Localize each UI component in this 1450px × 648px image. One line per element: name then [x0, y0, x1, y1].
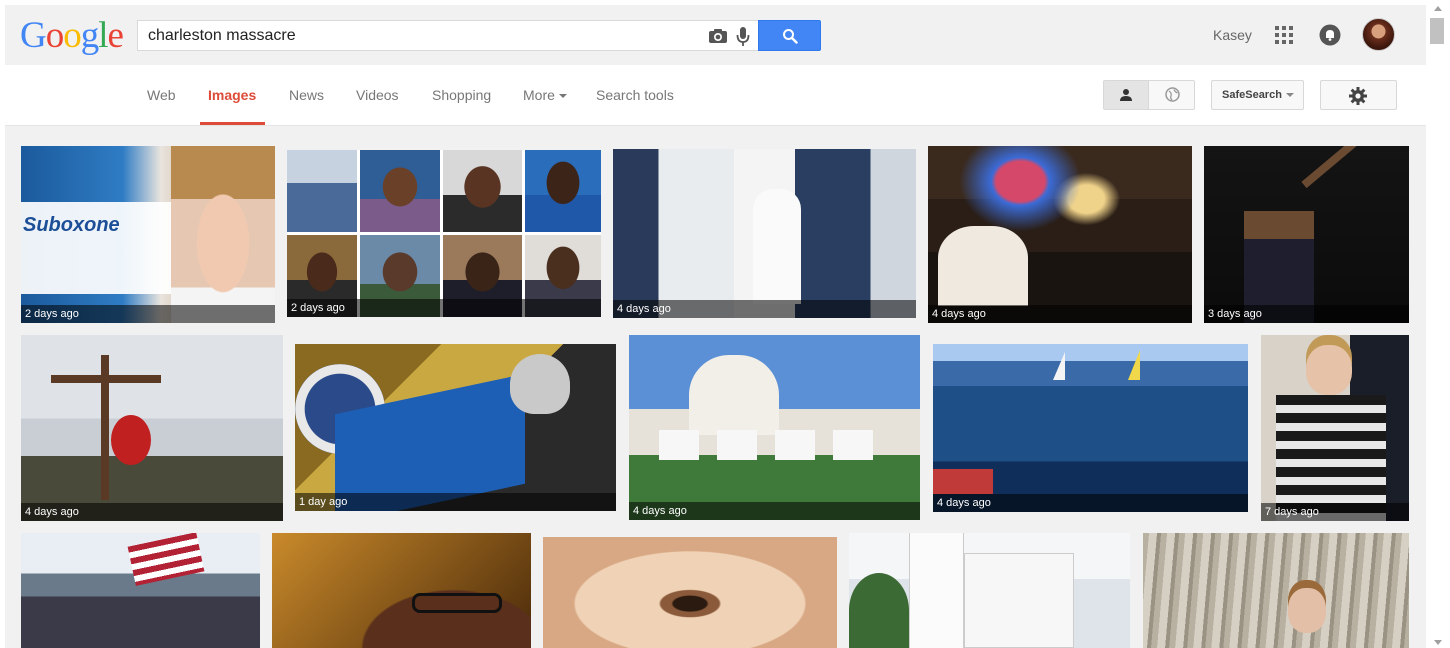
- caret-down-icon: [558, 94, 567, 99]
- avatar[interactable]: [1362, 18, 1395, 51]
- result-caption: 7 days ago: [1261, 503, 1409, 521]
- result-caption: 1 day ago: [295, 493, 616, 511]
- tab-images[interactable]: Images: [208, 87, 256, 103]
- result-image-detail: [938, 226, 1028, 306]
- result-caption: 2 days ago: [21, 305, 275, 323]
- results-page: Google Kasey: [5, 5, 1426, 648]
- camera-icon[interactable]: [708, 28, 728, 44]
- image-result[interactable]: 3 days ago: [1204, 146, 1409, 323]
- image-result[interactable]: [543, 537, 837, 648]
- result-image-detail: [171, 146, 275, 323]
- image-result[interactable]: [21, 533, 260, 648]
- result-image-detail: [659, 430, 889, 460]
- gear-icon: [1349, 87, 1367, 105]
- tab-more[interactable]: More: [523, 87, 567, 103]
- logo-letter: o: [45, 15, 64, 56]
- result-image-detail: [849, 573, 909, 648]
- image-result[interactable]: [1143, 533, 1409, 648]
- tab-web[interactable]: Web: [147, 87, 176, 103]
- result-image: [272, 533, 531, 648]
- image-result[interactable]: [849, 533, 1130, 648]
- result-caption: 2 days ago: [287, 299, 601, 317]
- logo-letter: G: [20, 15, 47, 56]
- image-result[interactable]: 4 days ago: [933, 344, 1248, 512]
- result-caption: 4 days ago: [21, 503, 283, 521]
- safesearch-label: SafeSearch: [1222, 89, 1282, 101]
- result-image-detail: [1128, 350, 1140, 380]
- result-image-detail: [51, 375, 161, 383]
- tab-more-label: More: [523, 87, 555, 103]
- result-image-detail: Suboxone: [23, 214, 120, 236]
- tab-news[interactable]: News: [289, 87, 324, 103]
- result-caption: 4 days ago: [933, 494, 1248, 512]
- settings-button[interactable]: [1320, 80, 1397, 110]
- header: Google Kasey: [5, 5, 1426, 65]
- result-image-detail: [933, 469, 993, 494]
- image-result[interactable]: 4 days ago: [928, 146, 1192, 323]
- result-image-detail: [111, 415, 151, 465]
- tab-shopping[interactable]: Shopping: [432, 87, 491, 103]
- result-image: [443, 150, 522, 232]
- scroll-down-arrow-icon[interactable]: [1434, 640, 1442, 645]
- personal-results-button[interactable]: [1104, 81, 1149, 109]
- image-result[interactable]: 4 days ago: [629, 335, 920, 520]
- image-result[interactable]: Suboxone 2 days ago: [21, 146, 275, 323]
- result-image-detail: [1053, 352, 1065, 380]
- result-image-detail: [1306, 345, 1352, 395]
- image-result[interactable]: [272, 533, 531, 648]
- result-image: [21, 335, 283, 521]
- image-result[interactable]: 4 days ago: [613, 149, 916, 318]
- person-icon: [1120, 89, 1132, 101]
- vertical-scrollbar[interactable]: [1426, 0, 1450, 648]
- result-image-detail: [753, 189, 801, 304]
- view-toggle: [1103, 80, 1195, 110]
- result-caption: 4 days ago: [629, 502, 920, 520]
- scroll-up-arrow-icon[interactable]: [1434, 6, 1442, 11]
- image-result[interactable]: 1 day ago: [295, 344, 616, 511]
- google-logo[interactable]: Google: [20, 15, 124, 56]
- global-results-button[interactable]: [1150, 81, 1194, 109]
- logo-letter: e: [107, 15, 124, 56]
- apps-grid-icon[interactable]: [1275, 26, 1293, 44]
- result-image-detail: [1288, 588, 1326, 633]
- image-result[interactable]: 2 days ago: [287, 150, 601, 317]
- result-image-detail: [510, 354, 570, 414]
- logo-letter: l: [98, 15, 108, 56]
- search-input[interactable]: [138, 21, 698, 50]
- image-result[interactable]: 7 days ago: [1261, 335, 1409, 521]
- result-image-detail: [689, 355, 779, 435]
- globe-icon: [1165, 87, 1180, 102]
- result-image: [287, 150, 357, 232]
- account-name[interactable]: Kasey: [1213, 27, 1252, 43]
- search-button[interactable]: [758, 20, 821, 51]
- result-image: [1143, 533, 1409, 648]
- result-image-detail: [909, 533, 964, 648]
- result-caption: 4 days ago: [613, 300, 916, 318]
- result-image: [543, 537, 837, 648]
- result-image-detail: [964, 553, 1074, 648]
- search-box: [137, 20, 759, 51]
- image-result[interactable]: 4 days ago: [21, 335, 283, 521]
- result-image-detail: [412, 593, 502, 613]
- notifications-icon[interactable]: [1319, 24, 1341, 46]
- result-caption: 4 days ago: [928, 305, 1192, 323]
- result-caption: 3 days ago: [1204, 305, 1409, 323]
- microphone-icon[interactable]: [736, 26, 750, 47]
- safesearch-dropdown[interactable]: SafeSearch: [1211, 80, 1304, 110]
- active-tab-indicator: [200, 122, 265, 125]
- search-icon: [783, 29, 798, 44]
- caret-down-icon: [1285, 93, 1294, 98]
- search-tabs-bar: Web Images News Videos Shopping More Sea…: [5, 65, 1426, 126]
- logo-letter: g: [80, 15, 99, 56]
- result-image: [525, 150, 601, 232]
- tab-search-tools[interactable]: Search tools: [596, 87, 674, 103]
- logo-letter: o: [63, 15, 81, 56]
- result-image: [360, 150, 440, 232]
- tab-videos[interactable]: Videos: [356, 87, 399, 103]
- scrollbar-thumb[interactable]: [1430, 18, 1444, 44]
